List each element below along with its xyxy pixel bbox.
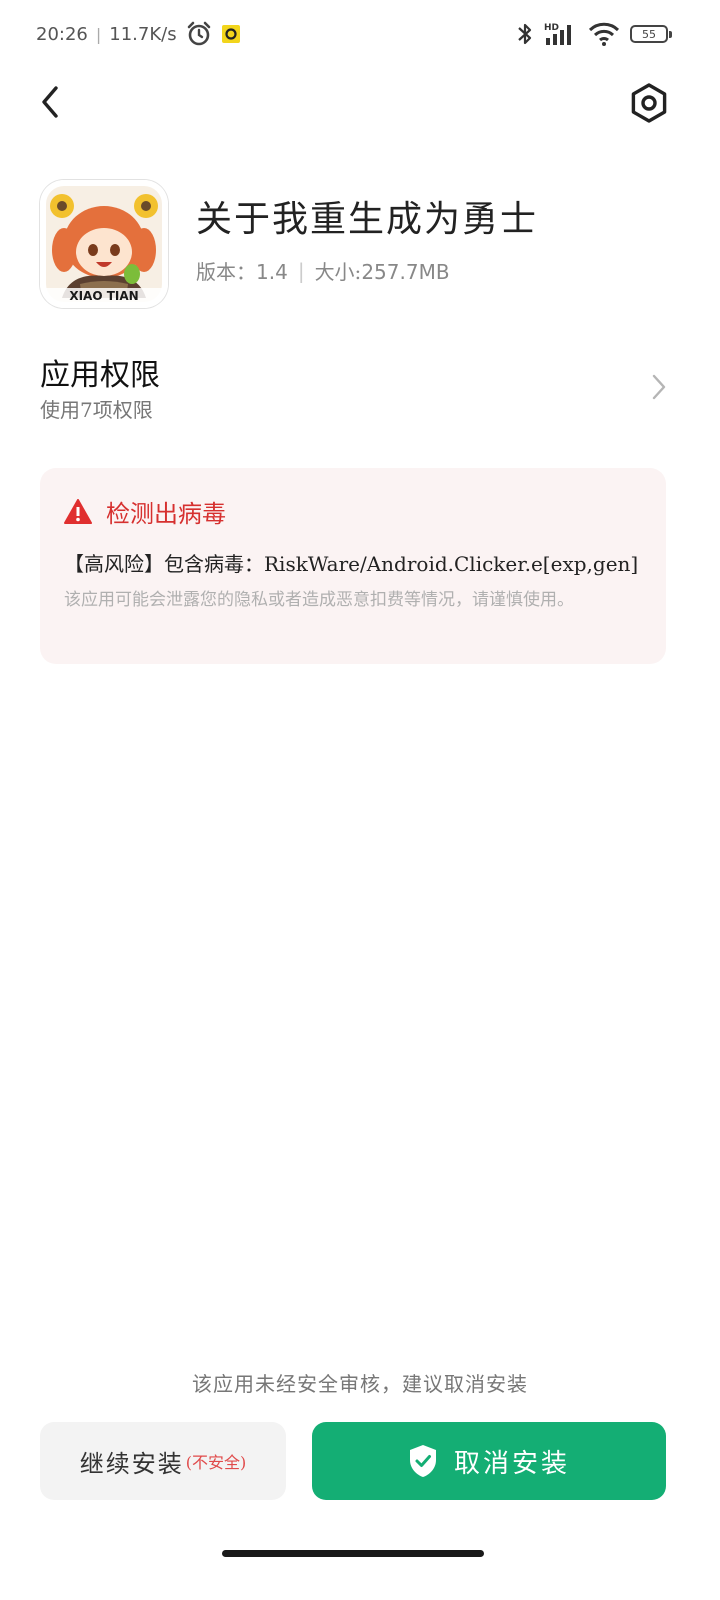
permissions-title: 应用权限 [40,358,160,393]
meta-divider: | [297,258,305,283]
status-net-speed: 11.7K/s [109,23,177,45]
status-bar: 20:26 | 11.7K/s HD 55 [0,0,720,68]
app-icon: XIAO TIAN [40,180,168,308]
size-label: 大小: [314,260,362,284]
warning-icon [64,498,92,524]
virus-warning-header: 检测出病毒 [64,494,226,529]
app-icon-artwork: XIAO TIAN [40,180,168,308]
chevron-left-icon [42,86,58,118]
app-notification-icon [221,25,240,43]
permissions-subtitle: 使用7项权限 [40,398,153,422]
svg-text:HD: HD [544,23,559,33]
wifi-icon [588,22,620,46]
chevron-right-icon [652,374,666,400]
permissions-row[interactable]: 应用权限 使用7项权限 [40,346,670,430]
continue-install-label: 继续安装 [79,1449,184,1478]
home-indicator[interactable] [222,1550,484,1557]
size-info: 大小:257.7MB [315,256,450,285]
virus-detail: 【高风险】包含病毒：RiskWare/Android.Clicker.e[exp… [64,552,639,576]
virus-warning-title: 检测出病毒 [106,500,226,528]
cancel-install-label: 取消安装 [453,1448,570,1479]
back-button[interactable] [34,82,74,122]
app-icon-logo-text: XIAO TIAN [69,289,138,303]
continue-install-button[interactable]: 继续安装 (不安全) [40,1422,286,1500]
battery-icon: 55 [630,25,672,43]
status-time: 20:26 [36,23,88,45]
status-left: 20:26 | 11.7K/s [36,20,241,48]
install-page: 20:26 | 11.7K/s HD 55 XIAO TIAN 关于我重生成为勇… [0,0,720,1600]
alarm-icon [187,21,210,46]
battery-level: 55 [642,27,656,41]
status-divider: | [95,24,102,44]
unsafe-tag: (不安全) [185,1453,247,1472]
virus-note: 该应用可能会泄露您的隐私或者造成恶意扣费等情况，请谨慎使用。 [64,590,574,610]
shield-check-icon [409,1445,436,1477]
virus-warning-card: 检测出病毒 【高风险】包含病毒：RiskWare/Android.Clicker… [40,468,666,664]
version-label: 版本： [196,260,256,284]
settings-button[interactable] [628,82,670,124]
gear-icon [631,83,667,123]
app-meta: 版本：1.4 | 大小:257.7MB [196,256,450,285]
app-name: 关于我重生成为勇士 [196,199,539,240]
security-note: 该应用未经安全审核，建议取消安装 [192,1372,528,1396]
size-value: 257.7MB [361,260,450,284]
status-right: HD 55 [516,18,672,50]
version-info: 版本：1.4 [196,256,288,285]
cancel-install-button[interactable]: 取消安装 [312,1422,666,1500]
version-value: 1.4 [256,260,288,284]
hd-signal-icon: HD [544,23,571,45]
bluetooth-icon [518,23,532,45]
